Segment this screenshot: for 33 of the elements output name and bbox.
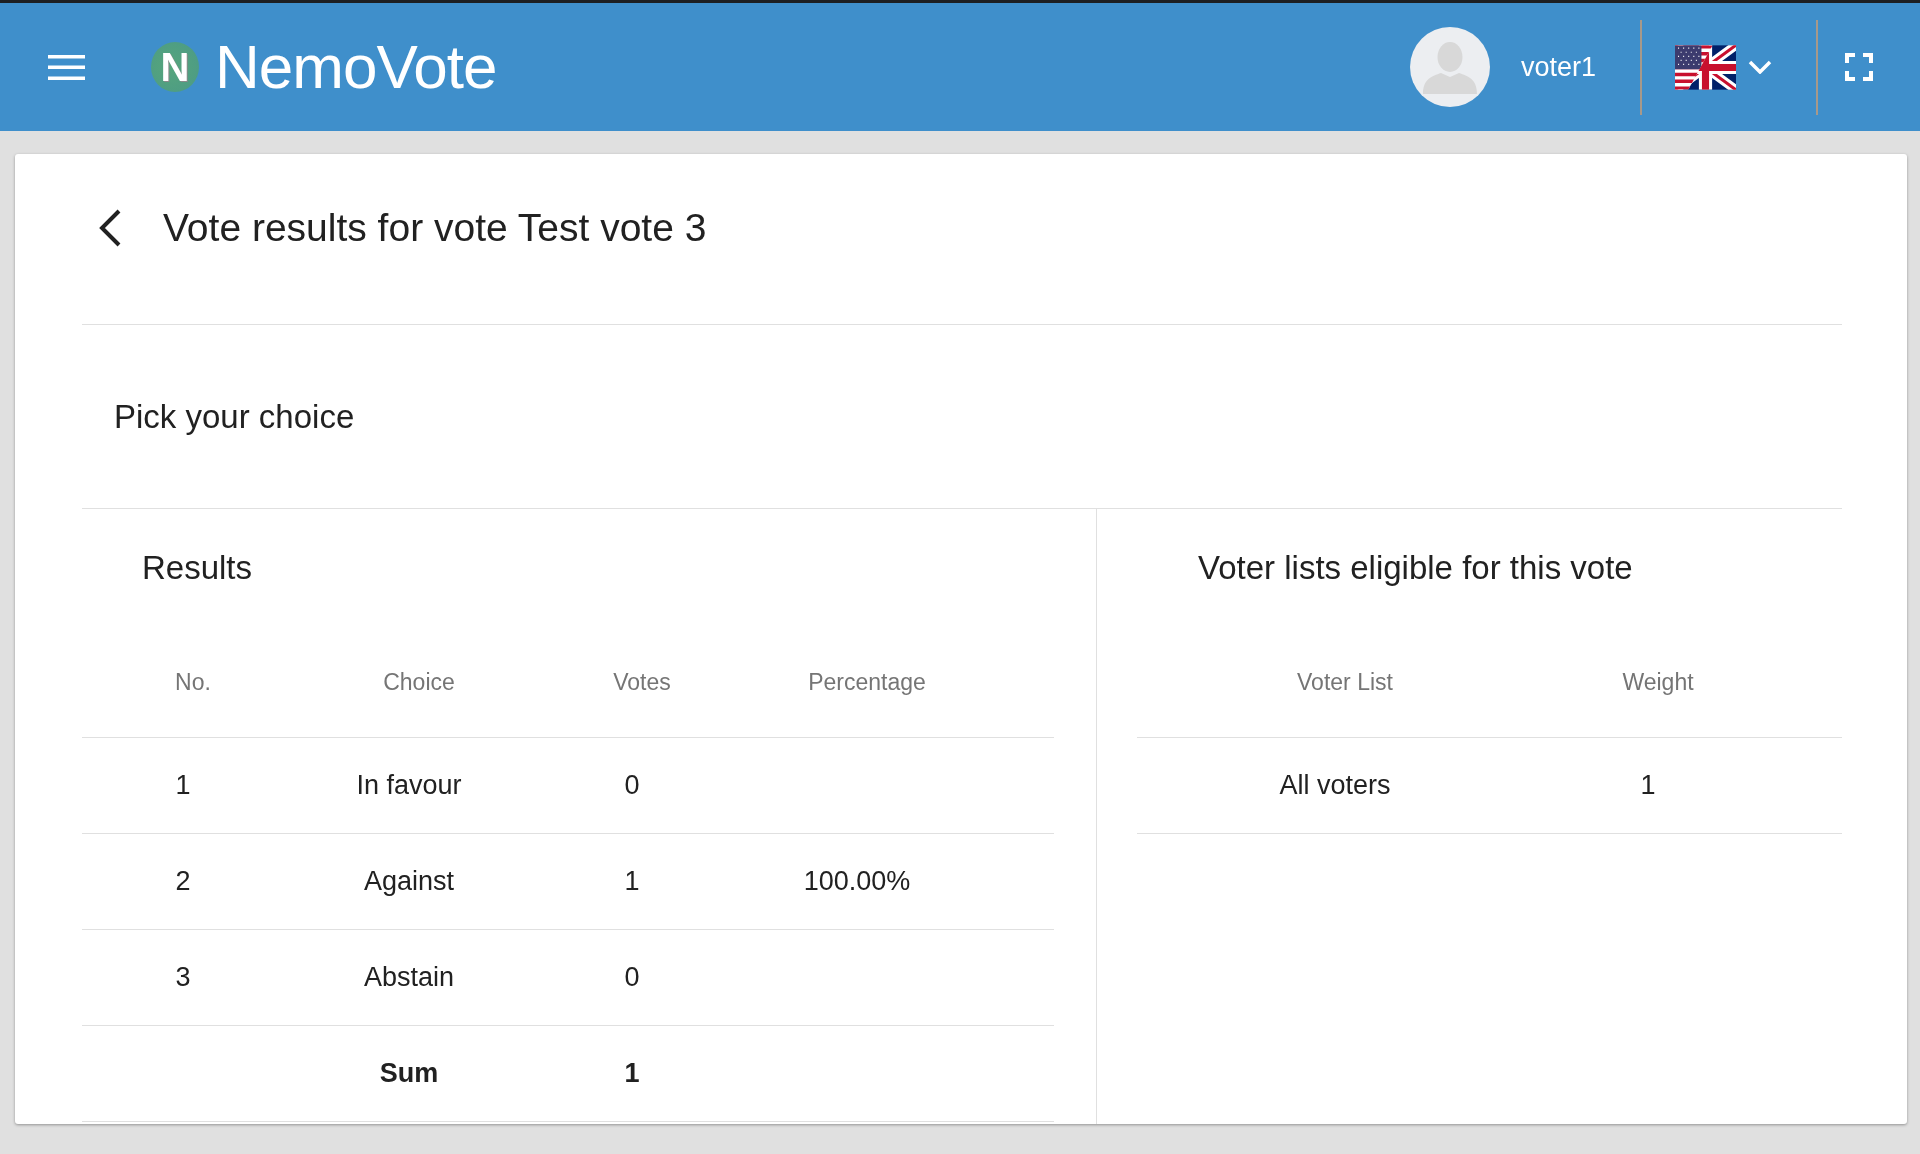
table-cell-text: 1: [623, 865, 641, 898]
column-header: No.: [174, 667, 212, 697]
table-cell-text: 1: [174, 769, 192, 802]
back-icon: [98, 209, 122, 247]
total-label: Sum: [378, 1057, 440, 1090]
section-title: Voter lists eligible for this vote: [1197, 548, 1634, 588]
page-title: Vote results for vote Test vote 3: [163, 206, 707, 250]
table-cell-text: In favour: [355, 769, 463, 802]
column-header: Choice: [382, 667, 456, 697]
table-cell-text: 0: [623, 769, 641, 802]
column-header: Voter List: [1296, 667, 1394, 697]
section-title: Results: [141, 548, 254, 588]
menu-icon: [48, 54, 85, 80]
app-name: NemoVote: [215, 36, 497, 98]
table-cell-text: 100.00%: [802, 865, 912, 898]
column-header: Weight: [1621, 667, 1695, 697]
table-cell-text: 1: [1639, 769, 1657, 802]
table-cell-text: 3: [174, 961, 192, 994]
table-cell-text: Against: [362, 865, 456, 898]
fullscreen-icon: [1845, 53, 1873, 81]
table-cell-text: All voters: [1278, 769, 1392, 802]
question-text: Pick your choice: [113, 396, 356, 437]
caret-icon: [1748, 60, 1772, 74]
username: voter1: [1520, 51, 1596, 83]
table-cell-text: Abstain: [362, 961, 456, 994]
avatar-icon: [1409, 27, 1490, 107]
table-cell-text: 1: [623, 1057, 641, 1090]
logo-mark: N: [151, 42, 199, 92]
flag-icon: [1675, 44, 1736, 90]
column-header: Percentage: [807, 667, 927, 697]
table-cell-text: 2: [174, 865, 192, 898]
column-header: Votes: [612, 667, 672, 697]
table-cell-text: 0: [623, 961, 641, 994]
